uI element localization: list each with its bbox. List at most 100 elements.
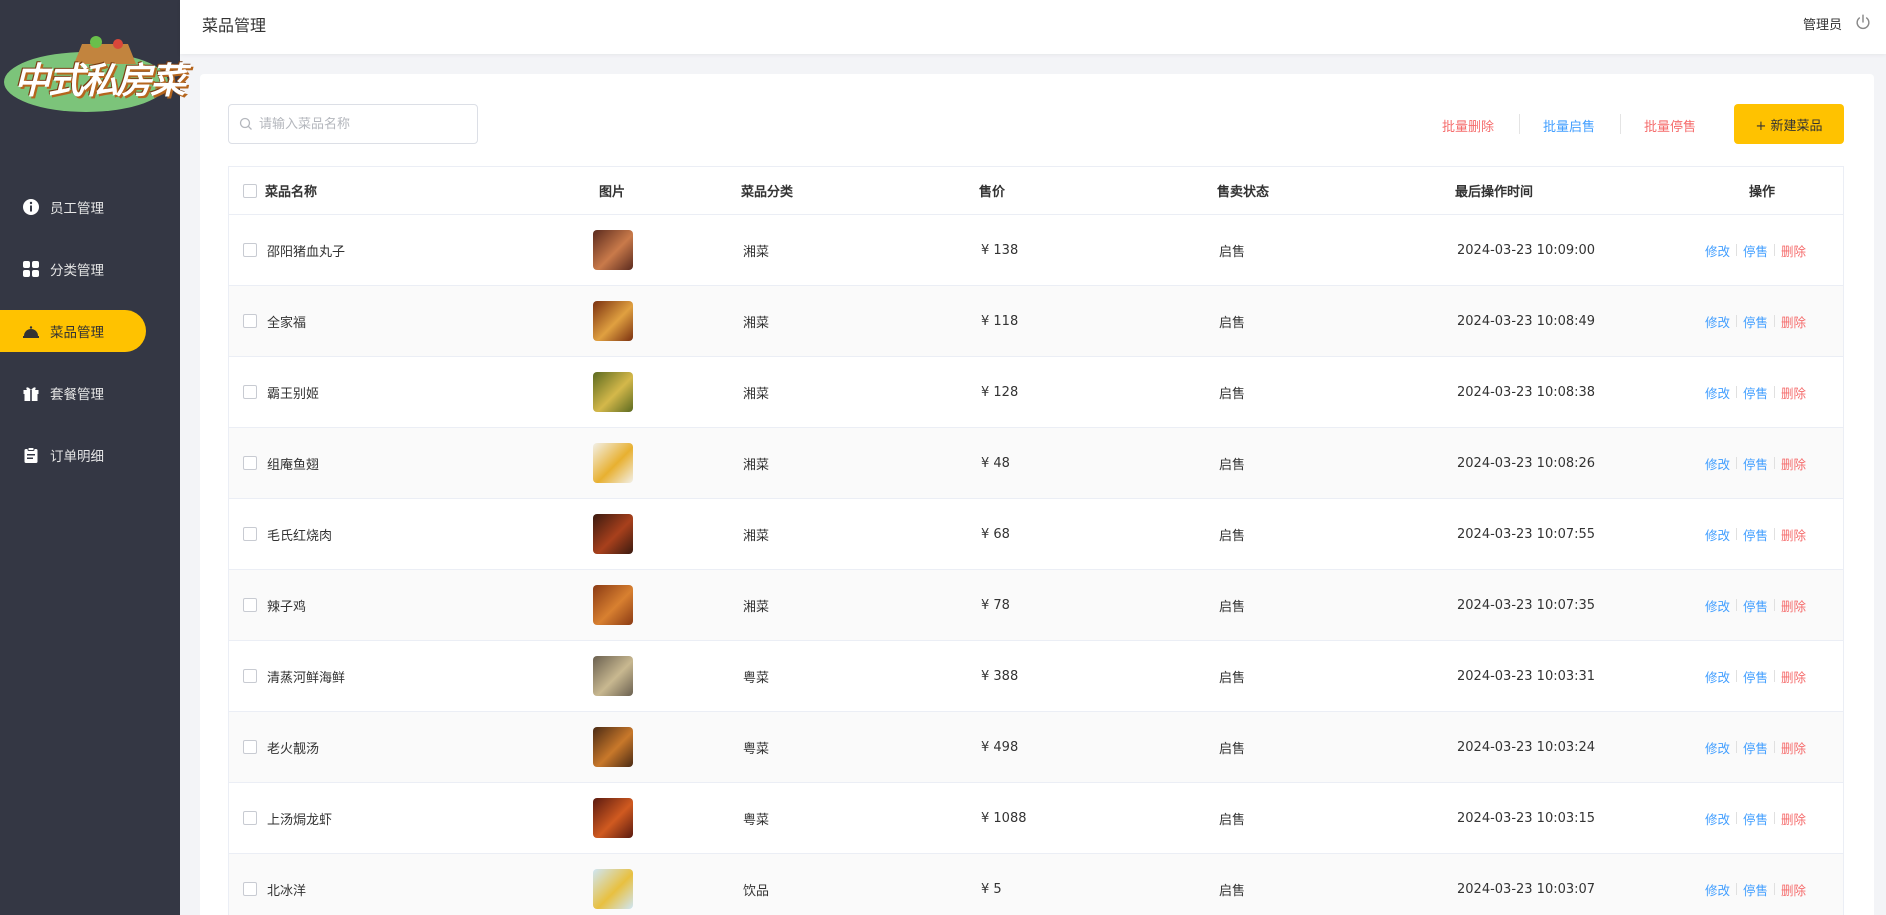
sidebar-item-label: 订单明细	[50, 449, 104, 465]
delete-link[interactable]: 删除	[1781, 667, 1806, 686]
dish-category: 湘菜	[743, 386, 770, 402]
sidebar-item-label: 分类管理	[50, 263, 104, 279]
sidebar-item-4[interactable]: 套餐管理	[0, 372, 180, 414]
dish-price: ¥ 1088	[981, 810, 1027, 826]
header-status: 售卖状态	[1217, 185, 1270, 200]
dish-price: ¥ 118	[981, 313, 1019, 329]
row-checkbox[interactable]	[243, 527, 257, 541]
table-row: 上汤焗龙虾 粤菜 ¥ 1088 启售 2024-03-23 10:03:15 修改 停售 删除	[229, 783, 1843, 854]
stop-sale-link[interactable]: 停售	[1743, 667, 1768, 686]
edit-link[interactable]: 修改	[1705, 525, 1730, 544]
dish-status: 启售	[1219, 315, 1246, 331]
divider	[1774, 528, 1776, 540]
row-checkbox[interactable]	[243, 314, 257, 328]
table-body: 邵阳猪血丸子 湘菜 ¥ 138 启售 2024-03-23 10:09:00 修改 停售 删除…	[229, 215, 1843, 915]
row-actions: 修改 停售 删除	[1705, 454, 1806, 473]
edit-link[interactable]: 修改	[1705, 880, 1730, 899]
dish-updated: 2024-03-23 10:08:26	[1457, 455, 1596, 471]
row-checkbox[interactable]	[243, 243, 257, 257]
stop-sale-link[interactable]: 停售	[1743, 383, 1768, 402]
user-name[interactable]: 管理员	[1803, 14, 1842, 33]
delete-link[interactable]: 删除	[1781, 241, 1806, 260]
category-icon	[22, 260, 40, 278]
divider	[1736, 741, 1738, 753]
delete-link[interactable]: 删除	[1781, 738, 1806, 757]
header-category: 菜品分类	[741, 185, 794, 200]
stop-sale-link[interactable]: 停售	[1743, 880, 1768, 899]
dish-price: ¥ 388	[981, 668, 1019, 684]
delete-link[interactable]: 删除	[1781, 383, 1806, 402]
sidebar-item-1[interactable]: 员工管理	[0, 186, 180, 228]
stop-sale-link[interactable]: 停售	[1743, 596, 1768, 615]
dish-name: 老火靓汤	[267, 741, 320, 757]
sidebar-item-label: 套餐管理	[50, 387, 104, 403]
dish-name: 清蒸河鲜海鲜	[267, 670, 346, 686]
dish-name: 霸王别姬	[267, 386, 320, 402]
delete-link[interactable]: 删除	[1781, 312, 1806, 331]
dish-updated: 2024-03-23 10:03:24	[1457, 739, 1596, 755]
row-actions: 修改 停售 删除	[1705, 525, 1806, 544]
edit-link[interactable]: 修改	[1705, 454, 1730, 473]
dish-image	[593, 443, 633, 483]
dish-updated: 2024-03-23 10:08:49	[1457, 313, 1596, 329]
delete-link[interactable]: 删除	[1781, 454, 1806, 473]
header-updated: 最后操作时间	[1455, 185, 1534, 200]
row-checkbox[interactable]	[243, 811, 257, 825]
sidebar-nav: 员工管理分类管理菜品管理套餐管理订单明细	[0, 186, 180, 496]
divider	[1774, 599, 1776, 611]
divider	[1774, 457, 1776, 469]
stop-sale-link[interactable]: 停售	[1743, 525, 1768, 544]
batch-disable-button[interactable]: 批量停售	[1644, 116, 1696, 135]
delete-link[interactable]: 删除	[1781, 809, 1806, 828]
stop-sale-link[interactable]: 停售	[1743, 454, 1768, 473]
dish-price: ¥ 68	[981, 526, 1010, 542]
select-all-checkbox[interactable]	[243, 183, 257, 198]
divider	[1736, 386, 1738, 398]
delete-link[interactable]: 删除	[1781, 525, 1806, 544]
stop-sale-link[interactable]: 停售	[1743, 738, 1768, 757]
sidebar-item-label: 菜品管理	[50, 325, 104, 341]
dish-updated: 2024-03-23 10:07:35	[1457, 597, 1596, 613]
power-icon[interactable]	[1854, 13, 1872, 31]
table-row: 辣子鸡 湘菜 ¥ 78 启售 2024-03-23 10:07:35 修改 停售 删除	[229, 570, 1843, 641]
row-checkbox[interactable]	[243, 740, 257, 754]
stop-sale-link[interactable]: 停售	[1743, 312, 1768, 331]
edit-link[interactable]: 修改	[1705, 738, 1730, 757]
row-checkbox[interactable]	[243, 669, 257, 683]
delete-link[interactable]: 删除	[1781, 880, 1806, 899]
edit-link[interactable]: 修改	[1705, 312, 1730, 331]
row-checkbox[interactable]	[243, 385, 257, 399]
dish-image	[593, 727, 633, 767]
row-checkbox[interactable]	[243, 882, 257, 896]
add-dish-button[interactable]: + 新建菜品	[1734, 104, 1844, 144]
dish-price: ¥ 128	[981, 384, 1019, 400]
divider	[1736, 528, 1738, 540]
dish-price: ¥ 5	[981, 881, 1002, 897]
sidebar-item-3[interactable]: 菜品管理	[0, 310, 146, 352]
dish-updated: 2024-03-23 10:03:07	[1457, 881, 1596, 897]
row-actions: 修改 停售 删除	[1705, 738, 1806, 757]
dish-price: ¥ 48	[981, 455, 1010, 471]
stop-sale-link[interactable]: 停售	[1743, 241, 1768, 260]
sidebar-item-2[interactable]: 分类管理	[0, 248, 180, 290]
dish-image	[593, 230, 633, 270]
dish-status: 启售	[1219, 528, 1246, 544]
edit-link[interactable]: 修改	[1705, 241, 1730, 260]
dish-status: 启售	[1219, 599, 1246, 615]
table-row: 霸王别姬 湘菜 ¥ 128 启售 2024-03-23 10:08:38 修改 停售 删除	[229, 357, 1843, 428]
table-header: 菜品名称 图片 菜品分类 售价 售卖状态 最后操作时间 操作	[229, 167, 1843, 215]
row-checkbox[interactable]	[243, 456, 257, 470]
dish-updated: 2024-03-23 10:09:00	[1457, 242, 1596, 258]
divider	[1736, 883, 1738, 895]
edit-link[interactable]: 修改	[1705, 596, 1730, 615]
stop-sale-link[interactable]: 停售	[1743, 809, 1768, 828]
sidebar-item-5[interactable]: 订单明细	[0, 434, 180, 476]
batch-delete-button[interactable]: 批量删除	[1442, 116, 1494, 135]
row-checkbox[interactable]	[243, 598, 257, 612]
search-input[interactable]	[259, 116, 469, 132]
edit-link[interactable]: 修改	[1705, 809, 1730, 828]
delete-link[interactable]: 删除	[1781, 596, 1806, 615]
batch-enable-button[interactable]: 批量启售	[1543, 116, 1595, 135]
edit-link[interactable]: 修改	[1705, 383, 1730, 402]
edit-link[interactable]: 修改	[1705, 667, 1730, 686]
